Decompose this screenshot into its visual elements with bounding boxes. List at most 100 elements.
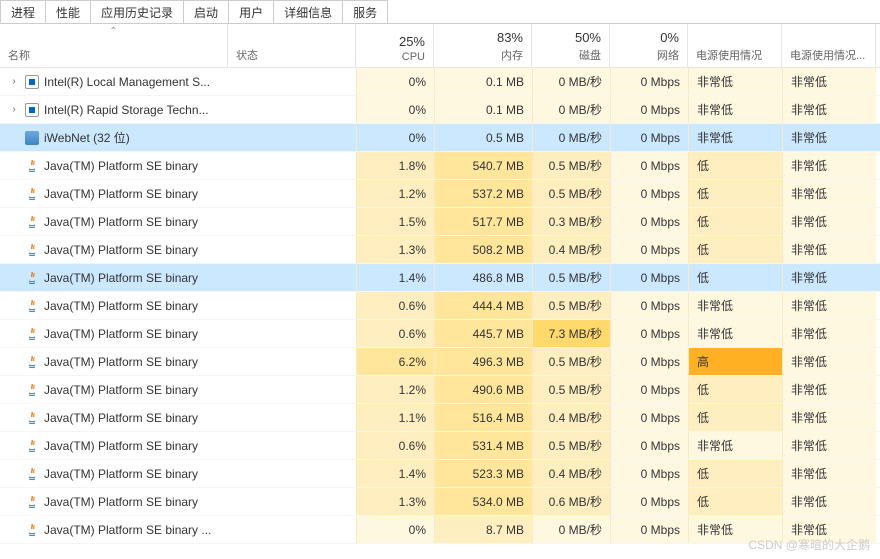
tab-性能[interactable]: 性能	[45, 0, 91, 23]
header-disk[interactable]: 50% 磁盘	[532, 24, 610, 67]
cell-cpu: 0.6%	[356, 320, 434, 347]
cell-disk: 0 MB/秒	[532, 124, 610, 151]
tab-用户[interactable]: 用户	[228, 0, 274, 23]
cell-cpu: 6.2%	[356, 348, 434, 375]
cell-status	[228, 264, 356, 291]
process-row[interactable]: Java(TM) Platform SE binary1.3%534.0 MB0…	[0, 488, 880, 516]
process-row[interactable]: Java(TM) Platform SE binary0.6%531.4 MB0…	[0, 432, 880, 460]
cell-power-trend: 非常低	[782, 404, 876, 431]
header-cpu[interactable]: 25% CPU	[356, 24, 434, 67]
process-name: Java(TM) Platform SE binary	[44, 383, 198, 397]
expand-icon[interactable]: ›	[8, 104, 20, 115]
process-row[interactable]: Java(TM) Platform SE binary1.8%540.7 MB0…	[0, 152, 880, 180]
cell-status	[228, 376, 356, 403]
process-name: Java(TM) Platform SE binary	[44, 271, 198, 285]
header-name-label: 名称	[8, 45, 219, 63]
cell-status	[228, 460, 356, 487]
cell-network: 0 Mbps	[610, 488, 688, 515]
process-row[interactable]: Java(TM) Platform SE binary0.6%445.7 MB7…	[0, 320, 880, 348]
cell-status	[228, 124, 356, 151]
cell-power-trend: 非常低	[782, 348, 876, 375]
header-disk-label: 磁盘	[540, 45, 601, 63]
process-row[interactable]: Java(TM) Platform SE binary ...0%8.7 MB0…	[0, 516, 880, 544]
cell-disk: 0.5 MB/秒	[532, 180, 610, 207]
cell-cpu: 1.2%	[356, 376, 434, 403]
cell-power: 非常低	[688, 124, 782, 151]
process-row[interactable]: iWebNet (32 位)0%0.5 MB0 MB/秒0 Mbps非常低非常低	[0, 124, 880, 152]
tab-应用历史记录[interactable]: 应用历史记录	[90, 0, 184, 23]
cell-status	[228, 404, 356, 431]
cell-status	[228, 96, 356, 123]
cell-power: 低	[688, 152, 782, 179]
process-row[interactable]: Java(TM) Platform SE binary6.2%496.3 MB0…	[0, 348, 880, 376]
process-name: Java(TM) Platform SE binary	[44, 411, 198, 425]
process-list: ›Intel(R) Local Management S...0%0.1 MB0…	[0, 68, 880, 544]
cell-disk: 0.5 MB/秒	[532, 152, 610, 179]
cell-power-trend: 非常低	[782, 236, 876, 263]
tab-进程[interactable]: 进程	[0, 0, 46, 23]
cell-memory: 540.7 MB	[434, 152, 532, 179]
process-name: iWebNet (32 位)	[44, 129, 130, 146]
java-icon	[24, 326, 40, 342]
cell-disk: 0.4 MB/秒	[532, 236, 610, 263]
cell-power-trend: 非常低	[782, 460, 876, 487]
tab-详细信息[interactable]: 详细信息	[273, 0, 343, 23]
header-power-trend[interactable]: 电源使用情况...	[782, 24, 876, 67]
cell-power-trend: 非常低	[782, 152, 876, 179]
cell-cpu: 1.1%	[356, 404, 434, 431]
cell-memory: 523.3 MB	[434, 460, 532, 487]
process-row[interactable]: Java(TM) Platform SE binary0.6%444.4 MB0…	[0, 292, 880, 320]
cell-network: 0 Mbps	[610, 208, 688, 235]
process-row[interactable]: Java(TM) Platform SE binary1.3%508.2 MB0…	[0, 236, 880, 264]
tab-服务[interactable]: 服务	[342, 0, 388, 23]
process-row[interactable]: ›Intel(R) Local Management S...0%0.1 MB0…	[0, 68, 880, 96]
header-mem-label: 内存	[442, 45, 523, 63]
cell-disk: 0.5 MB/秒	[532, 432, 610, 459]
column-header-row: ⌃ 名称 状态 25% CPU 83% 内存 50% 磁盘 0% 网络 电源使用…	[0, 24, 880, 68]
tab-启动[interactable]: 启动	[183, 0, 229, 23]
cell-power: 非常低	[688, 432, 782, 459]
cell-cpu: 0%	[356, 516, 434, 543]
cell-power: 非常低	[688, 320, 782, 347]
cell-disk: 0.3 MB/秒	[532, 208, 610, 235]
cell-memory: 534.0 MB	[434, 488, 532, 515]
process-name: Intel(R) Rapid Storage Techn...	[44, 103, 209, 117]
cell-disk: 7.3 MB/秒	[532, 320, 610, 347]
cell-memory: 490.6 MB	[434, 376, 532, 403]
cell-disk: 0 MB/秒	[532, 96, 610, 123]
cell-memory: 531.4 MB	[434, 432, 532, 459]
cell-network: 0 Mbps	[610, 180, 688, 207]
cell-cpu: 1.3%	[356, 236, 434, 263]
cell-cpu: 1.2%	[356, 180, 434, 207]
process-row[interactable]: Java(TM) Platform SE binary1.4%523.3 MB0…	[0, 460, 880, 488]
header-network[interactable]: 0% 网络	[610, 24, 688, 67]
process-row[interactable]: › Intel(R) Rapid Storage Techn... 0%0.1 MB…	[0, 96, 880, 124]
header-name[interactable]: ⌃ 名称	[0, 24, 228, 67]
java-icon	[24, 410, 40, 426]
cell-status	[228, 180, 356, 207]
header-status[interactable]: 状态	[228, 24, 356, 67]
cell-memory: 496.3 MB	[434, 348, 532, 375]
header-power[interactable]: 电源使用情况	[688, 24, 782, 67]
expand-icon[interactable]: ›	[8, 76, 20, 87]
cell-power: 非常低	[688, 292, 782, 319]
cell-cpu: 1.8%	[356, 152, 434, 179]
process-row[interactable]: Java(TM) Platform SE binary1.2%537.2 MB0…	[0, 180, 880, 208]
cell-disk: 0.4 MB/秒	[532, 404, 610, 431]
process-row[interactable]: Java(TM) Platform SE binary1.4%486.8 MB0…	[0, 264, 880, 292]
process-row[interactable]: Java(TM) Platform SE binary1.1%516.4 MB0…	[0, 404, 880, 432]
cell-disk: 0.5 MB/秒	[532, 292, 610, 319]
cell-cpu: 0%	[356, 96, 434, 123]
process-name: Java(TM) Platform SE binary	[44, 159, 198, 173]
header-memory[interactable]: 83% 内存	[434, 24, 532, 67]
process-name: Java(TM) Platform SE binary	[44, 299, 198, 313]
process-row[interactable]: Java(TM) Platform SE binary1.2%490.6 MB0…	[0, 376, 880, 404]
cell-power-trend: 非常低	[782, 376, 876, 403]
cell-memory: 0.1 MB	[434, 96, 532, 123]
cell-network: 0 Mbps	[610, 152, 688, 179]
process-row[interactable]: Java(TM) Platform SE binary1.5%517.7 MB0…	[0, 208, 880, 236]
cell-status	[228, 236, 356, 263]
cell-power-trend: 非常低	[782, 208, 876, 235]
java-icon	[24, 158, 40, 174]
cell-cpu: 0%	[356, 124, 434, 151]
